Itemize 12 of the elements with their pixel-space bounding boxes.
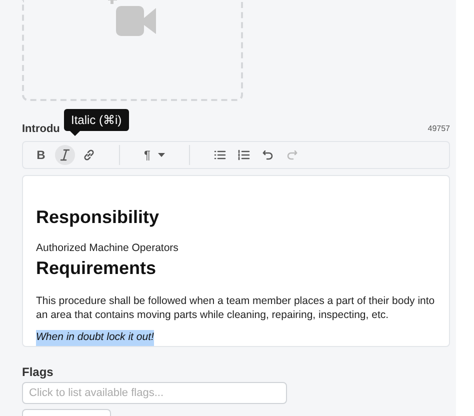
heading: Responsibility — [36, 206, 160, 229]
emphasized-text: When in doubt lock it out! — [36, 330, 154, 346]
field-label: Flags — [22, 364, 54, 381]
paragraph-style-dropdown[interactable]: ¶ — [140, 145, 170, 165]
paragraph: This procedure shall be followed when a team member places a part of their body into an area that contains moving parts while cleaning, repairing, inspecting, etc. — [36, 294, 436, 322]
bold-button[interactable]: B — [31, 145, 51, 165]
character-count: 49757 — [428, 123, 450, 135]
paragraph: Authorized Machine Operators — [36, 241, 180, 255]
flags-input[interactable]: Click to list available flags... — [22, 382, 287, 404]
field-label: Introdu — [22, 122, 60, 137]
heading: Requirements — [36, 257, 158, 280]
tooltip: Italic (⌘i) — [64, 109, 129, 136]
